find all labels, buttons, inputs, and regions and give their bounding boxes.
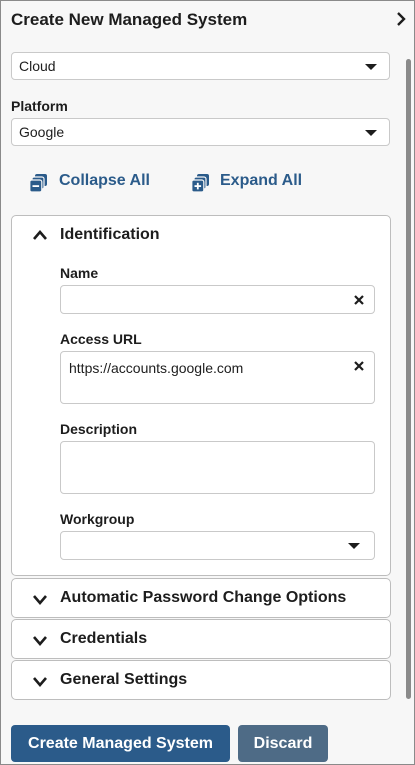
credentials-header[interactable]: Credentials — [12, 620, 390, 660]
chevron-down-icon — [33, 677, 47, 687]
platform-value: Google — [19, 124, 65, 140]
access-url-value: https://accounts.google.com — [69, 360, 244, 376]
access-url-input[interactable]: https://accounts.google.com — [60, 351, 375, 404]
automatic-password-change-header[interactable]: Automatic Password Change Options — [12, 579, 390, 619]
system-type-select[interactable]: Cloud — [11, 52, 390, 80]
caret-down-icon — [365, 130, 377, 136]
collapse-all-icon — [29, 174, 47, 193]
general-settings-header[interactable]: General Settings — [12, 661, 390, 701]
name-label: Name — [60, 265, 99, 281]
expand-all-label: Expand All — [220, 172, 303, 189]
clear-icon[interactable] — [353, 360, 365, 372]
chevron-down-icon — [33, 636, 47, 646]
create-managed-system-panel: Create New Managed System Cloud Platform… — [0, 0, 415, 765]
expand-all-icon — [191, 174, 209, 193]
system-type-value: Cloud — [19, 58, 56, 74]
collapse-all-label: Collapse All — [59, 172, 150, 189]
section-title: Automatic Password Change Options — [60, 589, 347, 606]
expand-all-button[interactable]: Expand All — [191, 172, 303, 193]
identification-section: Identification Name Access URL https://a… — [11, 215, 391, 576]
collapse-all-button[interactable]: Collapse All — [29, 172, 151, 193]
section-title: Credentials — [60, 630, 148, 647]
panel-header: Create New Managed System — [1, 1, 414, 41]
automatic-password-change-section[interactable]: Automatic Password Change Options — [11, 578, 391, 618]
chevron-up-icon — [33, 230, 47, 240]
description-input[interactable] — [60, 441, 375, 494]
access-url-label: Access URL — [60, 331, 142, 347]
discard-button[interactable]: Discard — [238, 725, 328, 762]
name-input[interactable] — [60, 285, 375, 314]
platform-select[interactable]: Google — [11, 118, 390, 146]
description-label: Description — [60, 421, 138, 437]
credentials-section[interactable]: Credentials — [11, 619, 391, 659]
chevron-down-icon — [33, 595, 47, 605]
chevron-right-icon[interactable] — [394, 11, 408, 27]
platform-label: Platform — [11, 98, 68, 114]
create-managed-system-button[interactable]: Create Managed System — [11, 725, 230, 762]
clear-icon[interactable] — [353, 294, 365, 306]
page-title: Create New Managed System — [11, 10, 248, 29]
general-settings-section[interactable]: General Settings — [11, 660, 391, 700]
section-title: General Settings — [60, 671, 188, 688]
identification-title: Identification — [60, 226, 160, 243]
workgroup-select[interactable] — [60, 531, 375, 560]
scrollbar[interactable] — [402, 41, 414, 721]
identification-section-header[interactable]: Identification — [12, 216, 390, 256]
workgroup-label: Workgroup — [60, 511, 135, 527]
scrollbar-thumb[interactable] — [406, 59, 411, 699]
caret-down-icon — [348, 543, 360, 549]
caret-down-icon — [365, 64, 377, 70]
